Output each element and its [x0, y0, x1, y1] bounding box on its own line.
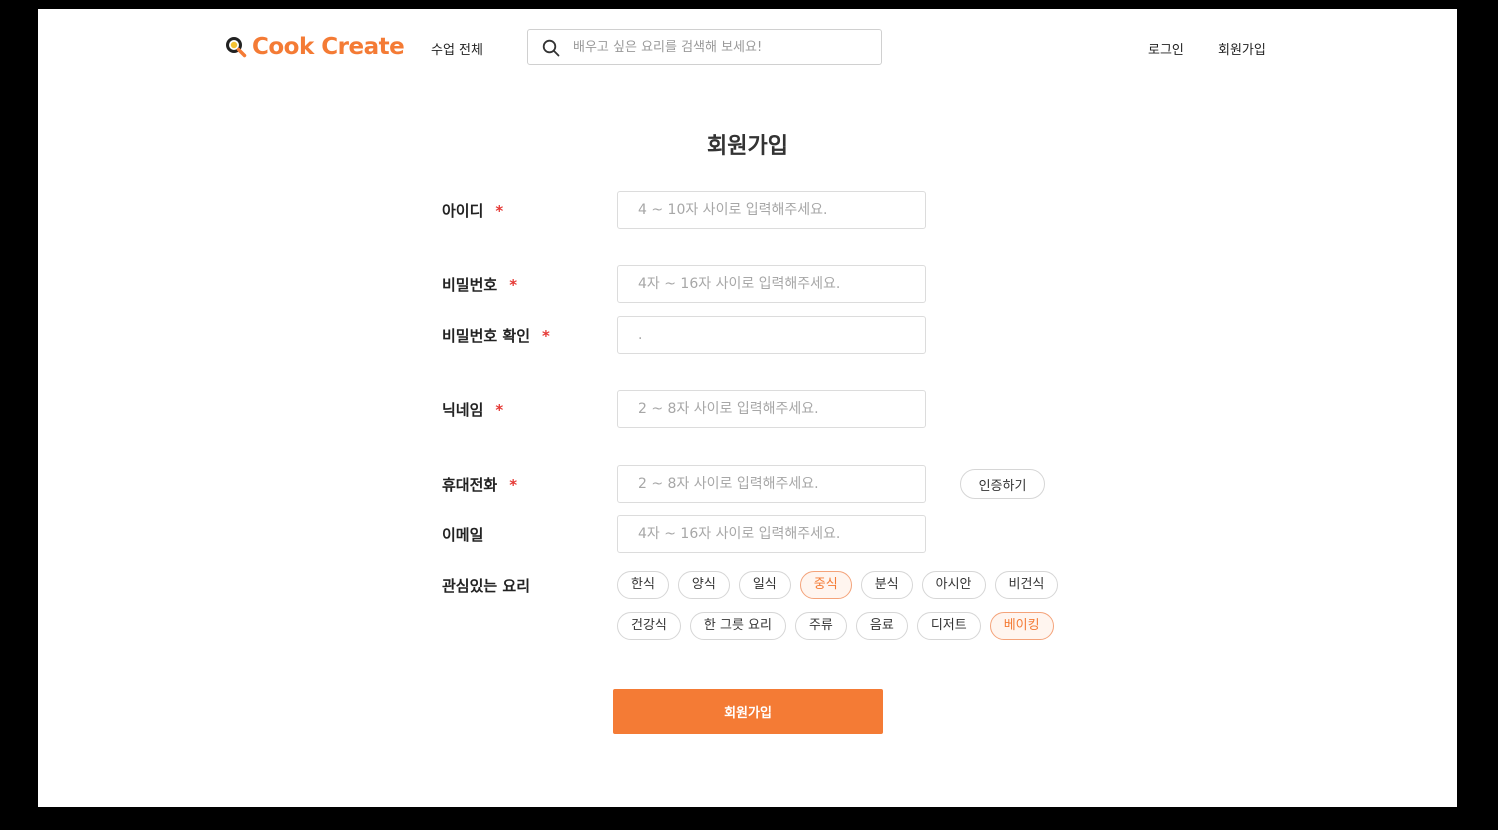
logo[interactable]: Cook Create	[225, 31, 405, 63]
interest-chip[interactable]: 양식	[677, 571, 730, 599]
interest-chip[interactable]: 건강식	[617, 612, 681, 640]
interest-chip[interactable]: 음료	[855, 612, 908, 640]
required-mark: *	[542, 327, 550, 345]
id-label: 아이디 *	[442, 200, 503, 221]
interest-chip[interactable]: 일식	[738, 571, 791, 599]
phone-label: 휴대전화 *	[442, 474, 517, 495]
interest-chip[interactable]: 베이킹	[989, 612, 1054, 640]
verify-button[interactable]: 인증하기	[960, 469, 1045, 499]
required-mark: *	[509, 276, 518, 294]
phone-label-text: 휴대전화	[442, 476, 498, 494]
search-input[interactable]	[573, 37, 863, 57]
nickname-field[interactable]	[617, 390, 926, 428]
signup-page: Cook Create 수업 전체 로그인 회원가입 회원가입 아이디 * 비밀번…	[38, 9, 1457, 807]
nickname-input[interactable]	[638, 399, 908, 419]
search-bar[interactable]	[527, 29, 882, 65]
password-confirm-input[interactable]	[638, 325, 908, 345]
interest-chip[interactable]: 주류	[794, 612, 847, 640]
password-label-text: 비밀번호	[442, 276, 498, 294]
interest-chip[interactable]: 한식	[617, 571, 669, 599]
interest-chip[interactable]: 한 그릇 요리	[689, 612, 786, 640]
email-label: 이메일	[442, 524, 483, 545]
signup-submit-button[interactable]: 회원가입	[613, 689, 883, 734]
password-confirm-label: 비밀번호 확인 *	[442, 325, 550, 346]
password-input[interactable]	[638, 274, 908, 294]
nickname-label: 닉네임 *	[442, 399, 503, 420]
required-mark: *	[495, 401, 504, 419]
page-title: 회원가입	[707, 134, 788, 159]
nav-all-classes[interactable]: 수업 전체	[431, 39, 483, 58]
phone-input[interactable]	[638, 474, 908, 494]
interest-chip[interactable]: 비건식	[994, 571, 1059, 599]
nickname-label-text: 닉네임	[442, 401, 484, 419]
interest-chips-row-1: 한식 양식 일식 중식 분식 아시안 비건식	[617, 571, 1059, 599]
interest-chip[interactable]: 아시안	[921, 571, 986, 599]
signup-link[interactable]: 회원가입	[1218, 39, 1266, 58]
password-confirm-label-text: 비밀번호 확인	[442, 327, 531, 345]
password-confirm-field[interactable]	[617, 316, 926, 354]
id-label-text: 아이디	[442, 202, 484, 220]
email-field[interactable]	[617, 515, 926, 553]
required-mark: *	[509, 476, 518, 494]
id-input[interactable]	[638, 200, 908, 220]
password-label: 비밀번호 *	[442, 274, 517, 295]
interest-chip[interactable]: 중식	[799, 571, 852, 599]
interest-chip[interactable]: 분식	[860, 571, 913, 599]
interests-label-text: 관심있는 요리	[442, 577, 531, 595]
search-icon	[542, 39, 560, 57]
email-input[interactable]	[638, 524, 908, 544]
id-field[interactable]	[617, 191, 926, 229]
magnifier-pan-logo-icon	[226, 37, 247, 58]
interest-chip[interactable]: 디저트	[916, 612, 981, 640]
password-field[interactable]	[617, 265, 926, 303]
email-label-text: 이메일	[442, 526, 484, 544]
required-mark: *	[495, 202, 504, 220]
interest-chips-row-2: 건강식 한 그릇 요리 주류 음료 디저트 베이킹	[617, 612, 1054, 640]
logo-text: Cook Create	[252, 34, 405, 60]
login-link[interactable]: 로그인	[1148, 39, 1184, 58]
interests-label: 관심있는 요리	[442, 575, 530, 596]
phone-field[interactable]	[617, 465, 926, 503]
